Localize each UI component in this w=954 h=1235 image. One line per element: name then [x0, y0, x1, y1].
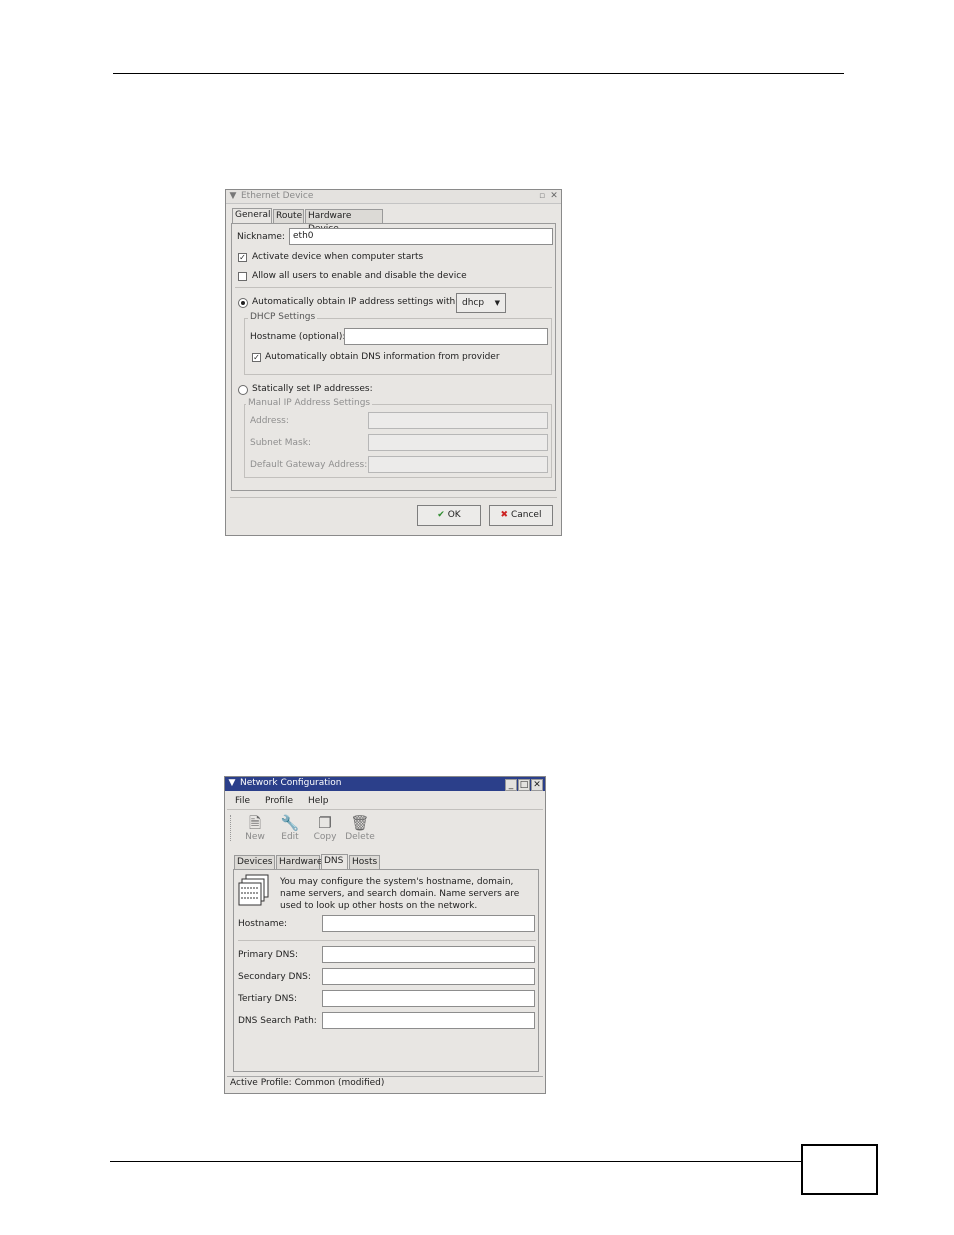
tab-hardware[interactable]: Hardware — [276, 855, 322, 869]
menu-help[interactable]: Help — [308, 796, 329, 806]
primary-dns-input[interactable] — [322, 946, 535, 963]
dns-panel: You may configure the system's hostname,… — [233, 869, 539, 1072]
close-icon[interactable]: ✕ — [531, 779, 543, 791]
maximize-icon[interactable]: ▫ — [537, 191, 547, 201]
auto-dns-label: Automatically obtain DNS information fro… — [265, 352, 500, 362]
status-text: Active Profile: Common (modified) — [230, 1078, 385, 1088]
secondary-dns-label: Secondary DNS: — [238, 972, 311, 982]
hostname-label: Hostname (optional): — [250, 332, 346, 342]
trash-icon: 🗑 — [350, 814, 370, 832]
manual-group-label: Manual IP Address Settings — [246, 398, 373, 408]
close-icon[interactable]: ✕ — [549, 191, 559, 201]
check-icon: ✔ — [437, 510, 445, 520]
header-rule — [113, 73, 844, 74]
tab-dns[interactable]: DNS — [321, 854, 348, 870]
search-path-label: DNS Search Path: — [238, 1016, 317, 1026]
gateway-label: Default Gateway Address: — [250, 460, 368, 470]
cancel-x-icon: ✖ — [500, 510, 509, 520]
cancel-button[interactable]: ✖ Cancel — [489, 505, 553, 526]
dns-separator — [238, 940, 536, 941]
title-bar: ▼ Network Configuration _ □ ✕ — [225, 777, 545, 791]
static-ip-radio[interactable] — [238, 385, 248, 395]
static-ip-label: Statically set IP addresses: — [252, 384, 373, 394]
new-button[interactable]: 🗎 New — [240, 814, 270, 842]
tab-general[interactable]: General — [232, 208, 272, 224]
edit-button[interactable]: 🔧 Edit — [275, 814, 305, 842]
menu-profile[interactable]: Profile — [265, 796, 293, 806]
dns-description: You may configure the system's hostname,… — [280, 877, 520, 911]
subnet-input — [368, 434, 548, 451]
toolbar-handle[interactable] — [230, 815, 235, 841]
dhcp-group-label: DHCP Settings — [248, 312, 318, 322]
footer-rule — [110, 1161, 802, 1162]
primary-dns-label: Primary DNS: — [238, 950, 299, 960]
server-stack-icon — [238, 874, 270, 906]
nickname-input[interactable]: eth0 — [289, 228, 553, 245]
button-separator — [230, 497, 557, 498]
hostname-input[interactable] — [322, 915, 535, 932]
general-panel: Nickname: eth0 ✓ Activate device when co… — [231, 223, 556, 491]
hostname-input[interactable] — [344, 328, 548, 345]
allow-users-label: Allow all users to enable and disable th… — [252, 271, 467, 281]
minimize-icon[interactable]: _ — [505, 779, 517, 791]
gateway-input — [368, 456, 548, 473]
tab-hosts[interactable]: Hosts — [349, 855, 380, 869]
title-bar: ▼ Ethernet Device ▫ ✕ — [226, 190, 561, 204]
dhcp-settings-group — [244, 318, 552, 375]
window-menu-icon[interactable]: ▼ — [227, 778, 237, 788]
address-label: Address: — [250, 416, 289, 426]
subnet-label: Subnet Mask: — [250, 438, 311, 448]
separator — [235, 287, 552, 288]
address-input — [368, 412, 548, 429]
window-title: Ethernet Device — [241, 191, 314, 201]
ok-button[interactable]: ✔ OK — [417, 505, 481, 526]
dropdown-arrow-icon: ▼ — [494, 299, 500, 307]
tertiary-dns-input[interactable] — [322, 990, 535, 1007]
auto-obtain-radio[interactable] — [238, 298, 248, 308]
tab-hardware-device[interactable]: Hardware Device — [305, 209, 383, 234]
status-bar: Active Profile: Common (modified) — [227, 1076, 543, 1091]
activate-label: Activate device when computer starts — [252, 252, 424, 262]
window-title: Network Configuration — [240, 778, 342, 788]
auto-obtain-label: Automatically obtain IP address settings… — [252, 297, 459, 307]
protocol-dropdown[interactable]: dhcp ▼ — [456, 293, 506, 313]
auto-dns-checkbox[interactable]: ✓ — [252, 353, 261, 362]
copy-icon: ❐ — [318, 814, 332, 832]
wrench-icon: 🔧 — [280, 814, 300, 832]
tab-devices[interactable]: Devices — [234, 855, 275, 869]
search-path-input[interactable] — [322, 1012, 535, 1029]
menu-file[interactable]: File — [235, 796, 250, 806]
nickname-label: Nickname: — [237, 232, 285, 242]
activate-checkbox[interactable]: ✓ — [238, 253, 247, 262]
allow-users-checkbox[interactable] — [238, 272, 247, 281]
delete-button[interactable]: 🗑 Delete — [345, 814, 375, 842]
new-icon: 🗎 — [248, 814, 262, 832]
copy-button[interactable]: ❐ Copy — [310, 814, 340, 842]
hostname-label: Hostname: — [238, 919, 288, 929]
window-menu-icon[interactable]: ▼ — [228, 191, 238, 201]
ethernet-device-window: ▼ Ethernet Device ▫ ✕ General Route Hard… — [225, 189, 562, 536]
network-configuration-window: ▼ Network Configuration _ □ ✕ File Profi… — [224, 776, 546, 1094]
secondary-dns-input[interactable] — [322, 968, 535, 985]
page-number-box — [801, 1144, 878, 1195]
menu-separator — [227, 809, 543, 810]
maximize-icon[interactable]: □ — [518, 779, 530, 791]
tab-route[interactable]: Route — [273, 209, 304, 223]
tertiary-dns-label: Tertiary DNS: — [238, 994, 298, 1004]
